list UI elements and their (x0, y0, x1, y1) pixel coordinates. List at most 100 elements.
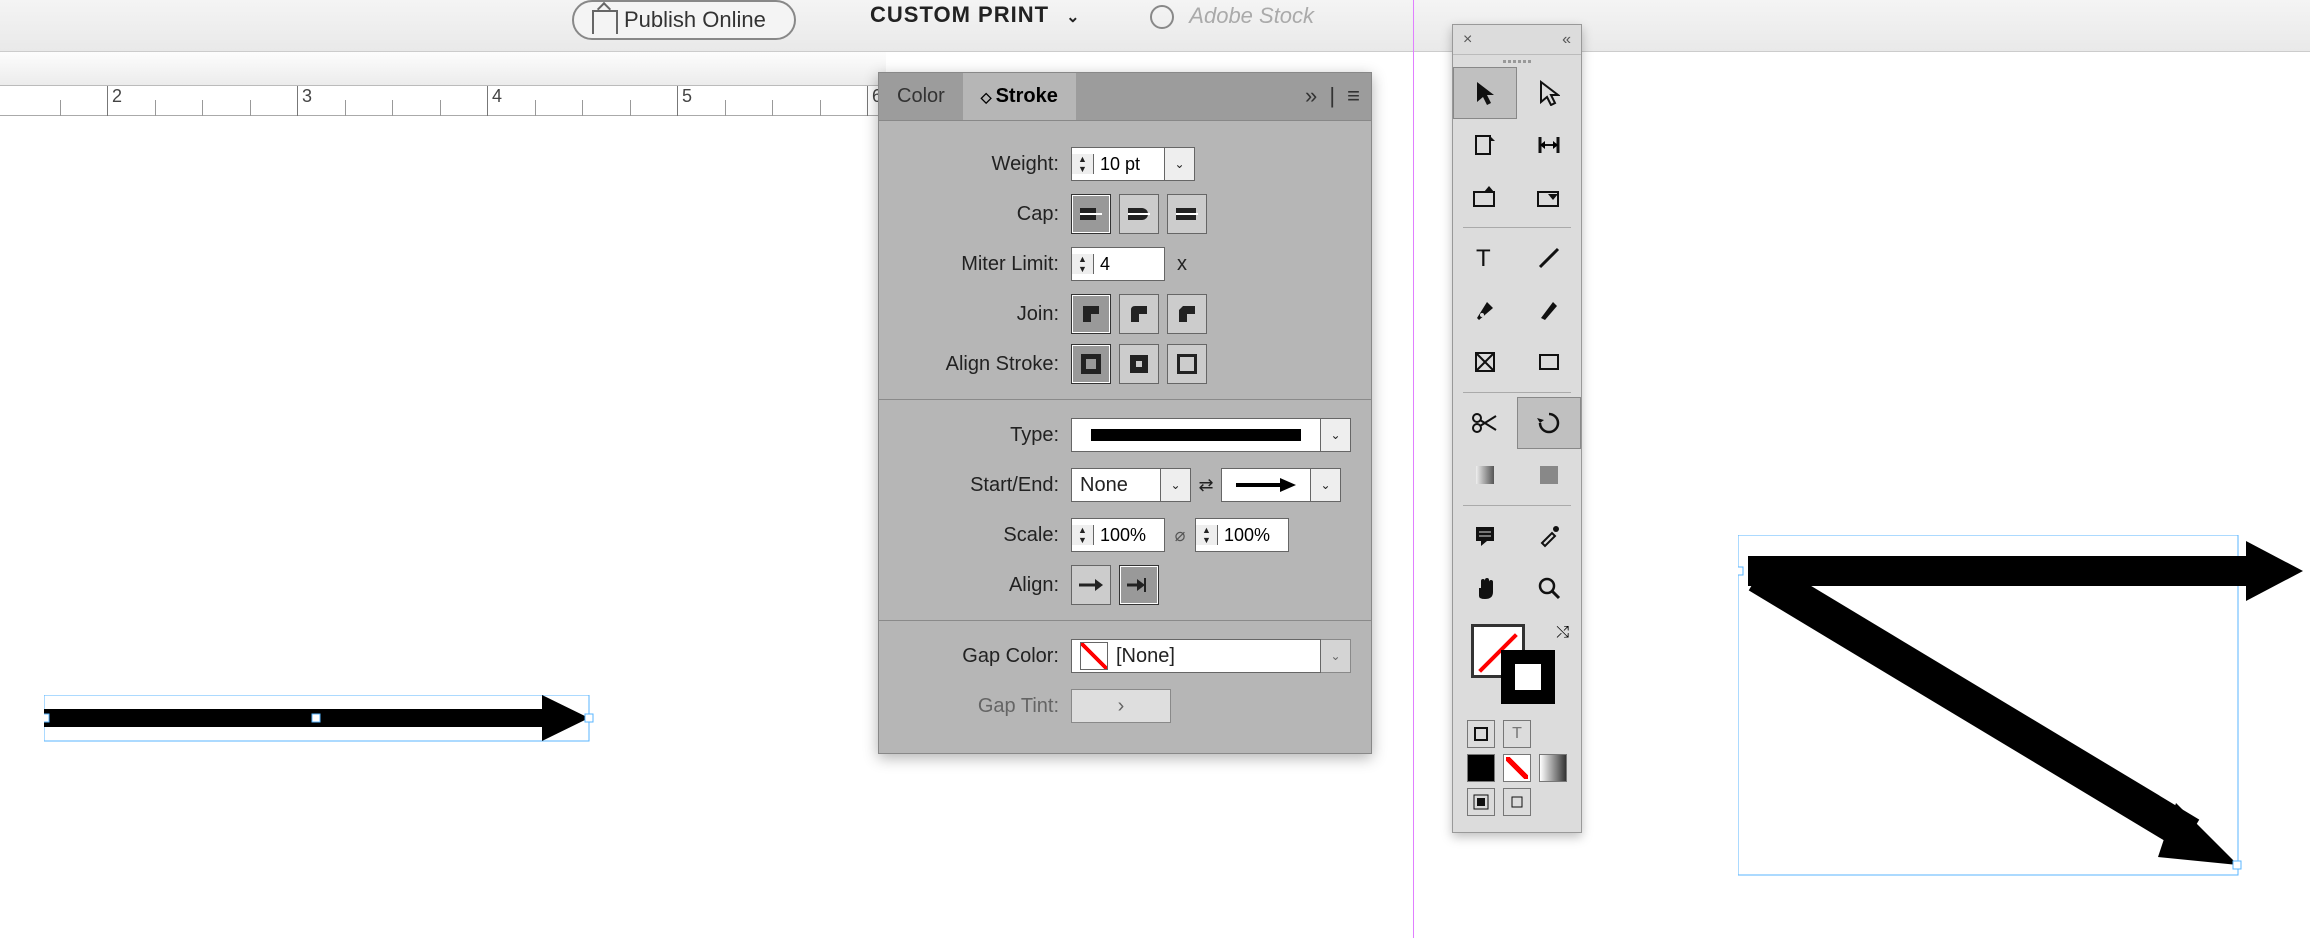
align-stroke-label: Align Stroke: (899, 353, 1071, 376)
workspace-preset-dropdown[interactable]: CUSTOM PRINT ⌄ (870, 2, 1081, 28)
align-inside-button[interactable] (1119, 344, 1159, 384)
view-mode-row (1453, 788, 1581, 816)
rectangle-frame-tool[interactable] (1453, 336, 1517, 388)
cap-projecting-icon (1176, 205, 1198, 223)
align-center-button[interactable] (1071, 344, 1111, 384)
scale-row: Scale: ▲▼ ⌀ ▲▼ (899, 510, 1351, 560)
ruler-tick (820, 100, 821, 116)
join-round-button[interactable] (1119, 294, 1159, 334)
pencil-icon (1537, 298, 1561, 322)
canvas-arrow-object[interactable] (44, 695, 604, 755)
fill-stroke-swatch[interactable]: ⤭ (1465, 624, 1569, 714)
content-placer-tool[interactable] (1517, 171, 1581, 223)
ruler-mark: 2 (107, 86, 122, 116)
miter-input[interactable] (1094, 248, 1164, 280)
weight-dropdown[interactable]: ⌄ (1165, 147, 1195, 181)
scale-end-input[interactable] (1218, 519, 1288, 551)
publish-online-button[interactable]: Publish Online (572, 0, 796, 40)
apply-none-button[interactable] (1503, 754, 1531, 782)
line-icon (1537, 246, 1561, 270)
swap-fill-stroke-icon[interactable]: ⤭ (1556, 624, 1569, 642)
collapse-panel-button[interactable]: « (1562, 31, 1571, 49)
close-panel-button[interactable]: × (1463, 31, 1472, 49)
format-text-button[interactable]: T (1503, 720, 1531, 748)
miter-stepper[interactable]: ▲▼ (1071, 247, 1165, 281)
gradient-swatch-tool[interactable] (1453, 449, 1517, 501)
weight-input[interactable] (1094, 148, 1164, 180)
type-tool[interactable]: T (1453, 232, 1517, 284)
apply-gradient-button[interactable] (1539, 754, 1567, 782)
gapcolor-dropdown-arrow[interactable]: ⌄ (1321, 639, 1351, 673)
zoom-tool[interactable] (1517, 562, 1581, 614)
weight-stepper[interactable]: ▲▼ (1071, 147, 1165, 181)
panel-tabbar: Color ◇Stroke » | ≡ (879, 73, 1371, 121)
stepper-arrows-icon[interactable]: ▲▼ (1196, 525, 1218, 545)
gap-tool[interactable] (1517, 119, 1581, 171)
scale-end-stepper[interactable]: ▲▼ (1195, 518, 1289, 552)
stroke-tab[interactable]: ◇Stroke (963, 73, 1076, 120)
align-outside-button[interactable] (1167, 344, 1207, 384)
scale-start-input[interactable] (1094, 519, 1164, 551)
line-tool[interactable] (1517, 232, 1581, 284)
stroke-panel: Color ◇Stroke » | ≡ Weight: ▲▼ ⌄ Cap: Mi… (878, 72, 1372, 754)
cap-butt-button[interactable] (1071, 194, 1111, 234)
direct-selection-icon (1538, 80, 1560, 106)
page-tool[interactable] (1453, 119, 1517, 171)
stepper-arrows-icon[interactable]: ▲▼ (1072, 154, 1094, 174)
link-scale-button[interactable]: ⌀ (1165, 525, 1195, 546)
vertical-guide[interactable] (1413, 0, 1414, 938)
gradient-feather-tool[interactable] (1517, 449, 1581, 501)
stepper-arrows-icon[interactable]: ▲▼ (1072, 525, 1094, 545)
content-collector-tool[interactable] (1453, 171, 1517, 223)
tool-separator (1463, 392, 1571, 393)
end-dropdown-arrow[interactable]: ⌄ (1311, 468, 1341, 502)
apply-color-row (1453, 754, 1581, 782)
rectangle-tool[interactable] (1517, 336, 1581, 388)
scissors-tool[interactable] (1453, 397, 1517, 449)
scale-start-stepper[interactable]: ▲▼ (1071, 518, 1165, 552)
hand-tool[interactable] (1453, 562, 1517, 614)
join-bevel-button[interactable] (1167, 294, 1207, 334)
canvas-arrow-pair-object[interactable] (1738, 535, 2310, 895)
cap-round-button[interactable] (1119, 194, 1159, 234)
workspace-preset-label: CUSTOM PRINT (870, 2, 1049, 27)
adobe-stock-search[interactable]: Adobe Stock (1150, 3, 1314, 29)
start-arrow-dropdown[interactable]: None (1071, 468, 1161, 502)
join-bevel-icon (1177, 304, 1197, 324)
format-container-button[interactable] (1467, 720, 1495, 748)
color-tab[interactable]: Color (879, 73, 963, 120)
arrow-icon (44, 695, 604, 755)
type-dropdown-arrow[interactable]: ⌄ (1321, 418, 1351, 452)
stroke-type-dropdown[interactable] (1071, 418, 1321, 452)
panel-grip-icon[interactable] (1453, 55, 1581, 67)
align-arrow-extend-button[interactable] (1119, 565, 1159, 605)
container-icon (1473, 726, 1489, 742)
gap-color-value: [None] (1116, 645, 1175, 668)
pencil-tool[interactable] (1517, 284, 1581, 336)
tool-grid: T (1453, 67, 1581, 614)
note-tool[interactable] (1453, 510, 1517, 562)
cap-projecting-button[interactable] (1167, 194, 1207, 234)
end-arrow-dropdown[interactable] (1221, 468, 1311, 502)
preview-view-button[interactable] (1503, 788, 1531, 816)
selection-tool[interactable] (1453, 67, 1517, 119)
start-dropdown-arrow[interactable]: ⌄ (1161, 468, 1191, 502)
panel-menu-button[interactable]: » | ≡ (1305, 83, 1363, 109)
direct-selection-tool[interactable] (1517, 67, 1581, 119)
free-transform-tool[interactable] (1517, 397, 1581, 449)
ruler-tick (772, 100, 773, 116)
join-miter-button[interactable] (1071, 294, 1111, 334)
align-arrow-tip-button[interactable] (1071, 565, 1111, 605)
miter-label: Miter Limit: (899, 253, 1071, 276)
apply-color-button[interactable] (1467, 754, 1495, 782)
horizontal-ruler[interactable]: 2 3 4 5 6 (0, 86, 886, 116)
stroke-swatch[interactable] (1501, 650, 1555, 704)
normal-view-button[interactable] (1467, 788, 1495, 816)
pen-tool[interactable] (1453, 284, 1517, 336)
stepper-arrows-icon[interactable]: ▲▼ (1072, 254, 1094, 274)
swap-start-end-button[interactable]: ⇄ (1191, 475, 1221, 496)
eyedropper-tool[interactable] (1517, 510, 1581, 562)
grad-feather-icon (1537, 463, 1561, 487)
note-icon (1473, 524, 1497, 548)
gap-color-dropdown[interactable]: [None] (1071, 639, 1321, 673)
